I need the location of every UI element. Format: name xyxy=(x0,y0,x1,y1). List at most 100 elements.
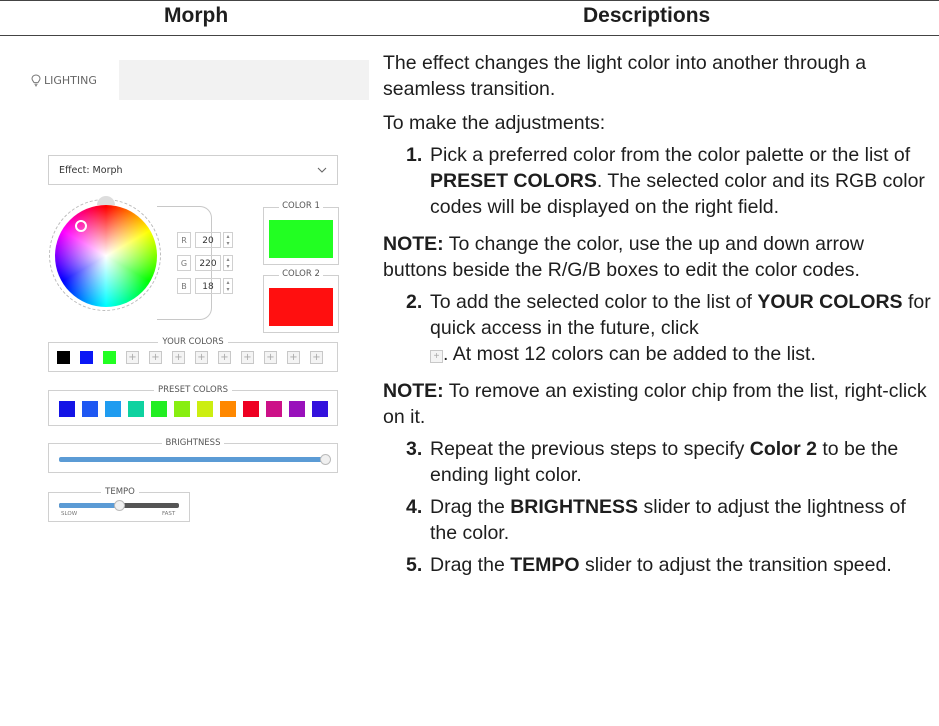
brightness-slider-track[interactable] xyxy=(59,457,325,462)
header-bottom-rule xyxy=(0,35,939,36)
rgb-row-b: B 18 ▴ ▾ xyxy=(177,278,237,294)
step-2: 2. To add the selected color to the list … xyxy=(383,289,933,367)
preset-color-chip[interactable] xyxy=(220,401,236,417)
color1-swatch xyxy=(269,220,333,258)
step-5-text-a: Drag the xyxy=(430,554,511,576)
rgb-input-r[interactable]: 20 xyxy=(195,232,221,248)
header-top-rule xyxy=(0,0,939,1)
preset-color-chip[interactable] xyxy=(128,401,144,417)
step-4-text-a: Drag the xyxy=(430,496,511,518)
rgb-stepper-g[interactable]: ▴ ▾ xyxy=(223,255,233,271)
add-color-chip[interactable]: + xyxy=(149,351,162,364)
color-wheel-picker[interactable] xyxy=(75,220,87,232)
rgb-label-g: G xyxy=(177,255,191,271)
color2-box[interactable]: COLOR 2 xyxy=(263,269,339,333)
step-1-number: 1. xyxy=(406,144,423,166)
step-5-number: 5. xyxy=(406,554,423,576)
preset-color-chip[interactable] xyxy=(289,401,305,417)
step-1: 1. Pick a preferred color from the color … xyxy=(383,142,933,220)
preset-color-chip[interactable] xyxy=(174,401,190,417)
step-3-text-a: Repeat the previous steps to specify xyxy=(430,438,750,460)
add-color-chip[interactable]: + xyxy=(310,351,323,364)
preset-color-chip[interactable] xyxy=(243,401,259,417)
rgb-stepper-b[interactable]: ▴ ▾ xyxy=(223,278,233,294)
step-3-number: 3. xyxy=(406,438,423,460)
add-color-chip[interactable]: + xyxy=(287,351,300,364)
preset-color-chip[interactable] xyxy=(82,401,98,417)
note-1: NOTE: To change the color, use the up an… xyxy=(383,231,933,283)
add-color-chip[interactable]: + xyxy=(218,351,231,364)
add-color-chip[interactable]: + xyxy=(172,351,185,364)
preset-color-chip[interactable] xyxy=(59,401,75,417)
note-2: NOTE: To remove an existing color chip f… xyxy=(383,378,933,430)
add-color-chip[interactable]: + xyxy=(126,351,139,364)
preset-colors-label: PRESET COLORS xyxy=(153,385,233,395)
step-3-bold: Color 2 xyxy=(749,438,817,460)
rgb-row-g: G 220 ▴ ▾ xyxy=(177,255,237,271)
tempo-group: TEMPO SLOW FAST xyxy=(48,487,190,522)
preset-color-chip[interactable] xyxy=(105,401,121,417)
rgb-stepper-r[interactable]: ▴ ▾ xyxy=(223,232,233,248)
step-1-text-a: Pick a preferred color from the color pa… xyxy=(430,144,911,166)
color-wheel-handle[interactable] xyxy=(97,196,115,205)
step-3: 3. Repeat the previous steps to specify C… xyxy=(383,436,933,488)
step-2-number: 2. xyxy=(406,291,423,313)
add-color-chip[interactable]: + xyxy=(195,351,208,364)
tempo-slider-thumb[interactable] xyxy=(114,500,125,511)
descriptions-column: The effect changes the light color into … xyxy=(383,50,933,578)
your-color-chip[interactable] xyxy=(103,351,116,364)
rgb-label-r: R xyxy=(177,232,191,248)
effect-dropdown-value: Effect: Morph xyxy=(59,165,123,176)
step-4: 4. Drag the BRIGHTNESS slider to adjust t… xyxy=(383,494,933,546)
your-color-chip[interactable] xyxy=(80,351,93,364)
add-color-chip[interactable]: + xyxy=(241,351,254,364)
color2-label: COLOR 2 xyxy=(279,269,323,279)
step-5-text-c: slider to adjust the transition speed. xyxy=(579,554,892,576)
preset-colors-group: PRESET COLORS xyxy=(48,385,338,426)
step-4-bold: BRIGHTNESS xyxy=(510,496,639,518)
step-2-text-d: . At most 12 colors can be added to the … xyxy=(443,343,816,365)
intro-text: The effect changes the light color into … xyxy=(383,52,867,100)
tab-lighting-label: LIGHTING xyxy=(44,74,97,87)
note-1-text: To change the color, use the up and down… xyxy=(383,233,864,281)
color1-box[interactable]: COLOR 1 xyxy=(263,201,339,265)
adjust-text: To make the adjustments: xyxy=(383,112,606,134)
tempo-slider-fill xyxy=(59,503,119,508)
lightbulb-icon xyxy=(31,74,41,87)
note-2-label: NOTE: xyxy=(383,380,444,402)
rgb-input-b[interactable]: 18 xyxy=(195,278,221,294)
tab-lighting[interactable]: LIGHTING xyxy=(17,60,119,100)
your-colors-label: YOUR COLORS xyxy=(158,337,228,347)
preset-color-chip[interactable] xyxy=(197,401,213,417)
effect-dropdown[interactable]: Effect: Morph xyxy=(48,155,338,185)
rgb-input-g[interactable]: 220 xyxy=(195,255,221,271)
preset-color-chip[interactable] xyxy=(266,401,282,417)
color-wheel[interactable] xyxy=(55,205,157,307)
note-1-label: NOTE: xyxy=(383,233,444,255)
color-wheel-area xyxy=(49,196,161,311)
brightness-group: BRIGHTNESS xyxy=(48,438,338,473)
lighting-panel: LIGHTING Effect: Morph R 20 ▴ ▾ G 220 ▴ ▾ … xyxy=(17,60,369,552)
step-5: 5. Drag the TEMPO slider to adjust the tr… xyxy=(383,552,933,578)
brightness-label: BRIGHTNESS xyxy=(161,438,225,448)
morph-column-header: Morph xyxy=(164,4,229,27)
lighting-content: Effect: Morph R 20 ▴ ▾ G 220 ▴ ▾ B 18 ▴ ▾ xyxy=(17,100,369,552)
tempo-label: TEMPO xyxy=(101,487,139,497)
step-2-bold: YOUR COLORS xyxy=(757,291,903,313)
chevron-down-icon xyxy=(317,167,327,173)
your-color-chip[interactable] xyxy=(57,351,70,364)
rgb-label-b: B xyxy=(177,278,191,294)
tempo-min-label: SLOW xyxy=(61,511,78,517)
preset-color-chip[interactable] xyxy=(151,401,167,417)
color2-swatch xyxy=(269,288,333,326)
preset-color-chip[interactable] xyxy=(312,401,328,417)
add-color-chip[interactable]: + xyxy=(264,351,277,364)
tempo-max-label: FAST xyxy=(162,511,176,517)
step-1-bold: PRESET COLORS xyxy=(430,170,597,192)
add-color-icon: + xyxy=(430,350,443,363)
step-4-number: 4. xyxy=(406,496,423,518)
your-colors-group: YOUR COLORS + + + + + + + + + xyxy=(48,337,338,372)
note-2-text: To remove an existing color chip from th… xyxy=(383,380,927,428)
color1-label: COLOR 1 xyxy=(279,201,323,211)
brightness-slider-thumb[interactable] xyxy=(320,454,331,465)
